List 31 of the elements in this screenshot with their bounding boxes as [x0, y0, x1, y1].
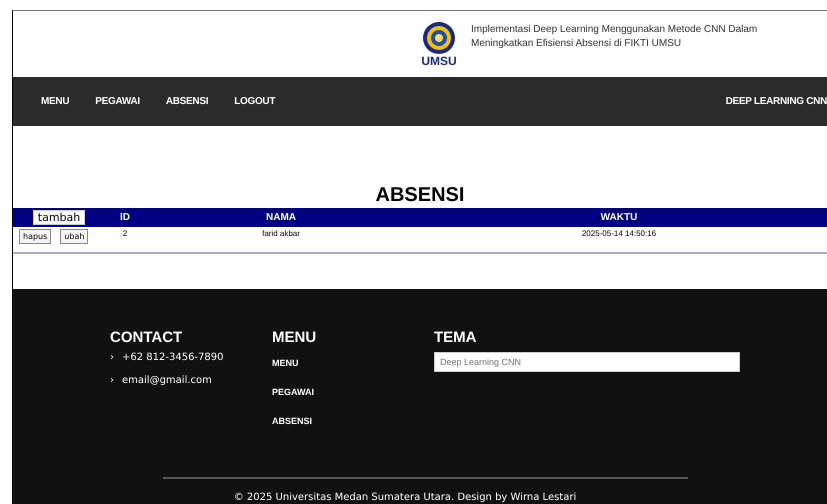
site-title: Implementasi Deep Learning Menggunakan Metode CNN Dalam	[471, 23, 758, 37]
chevron-icon: ›	[110, 375, 114, 386]
column-header: ID	[120, 212, 130, 223]
theme-field[interactable]: Deep Learning CNN	[434, 352, 740, 372]
column-header: NAMA	[266, 212, 296, 223]
footer-link[interactable]: ABSENSI	[272, 416, 434, 426]
page-title: ABSENSI	[374, 183, 466, 208]
logo-text: UMSU	[421, 54, 457, 68]
footer-link[interactable]: MENU	[272, 358, 434, 368]
footer-heading: MENU	[272, 329, 318, 346]
footer-link[interactable]: PEGAWAI	[272, 387, 434, 397]
footer-heading: CONTACT	[110, 329, 184, 346]
chevron-icon: ›	[110, 352, 114, 363]
table-cell: 2	[122, 229, 128, 238]
row-action-button[interactable]: hapus	[19, 229, 52, 244]
table-cell: 2025-05-14 14:50:16	[582, 229, 656, 238]
contact-item: email@gmail.com	[122, 375, 212, 386]
column-header: WAKTU	[600, 212, 638, 223]
nav-link[interactable]: MENU	[41, 96, 70, 107]
brand-link[interactable]: DEEP LEARNING CNN	[726, 96, 827, 107]
nav-link[interactable]: ABSENSI	[166, 96, 208, 107]
emblem-icon	[420, 20, 458, 54]
nav-link[interactable]: LOGOUT	[234, 96, 276, 107]
site-title: Meningkatkan Efisiensi Absensi di FIKTI UMSU	[471, 37, 682, 51]
table-cell: farid akbar	[262, 229, 300, 238]
nav-link[interactable]: PEGAWAI	[95, 96, 140, 107]
add-button[interactable]: tambah	[32, 210, 86, 225]
footer-heading: TEMA	[434, 329, 478, 346]
contact-item: +62 812-3456-7890	[122, 352, 224, 363]
row-action-button[interactable]: ubah	[60, 229, 88, 244]
copyright-text: © 2025 Universitas Medan Sumatera Utara. Design by Wirna Lestari	[232, 492, 578, 503]
